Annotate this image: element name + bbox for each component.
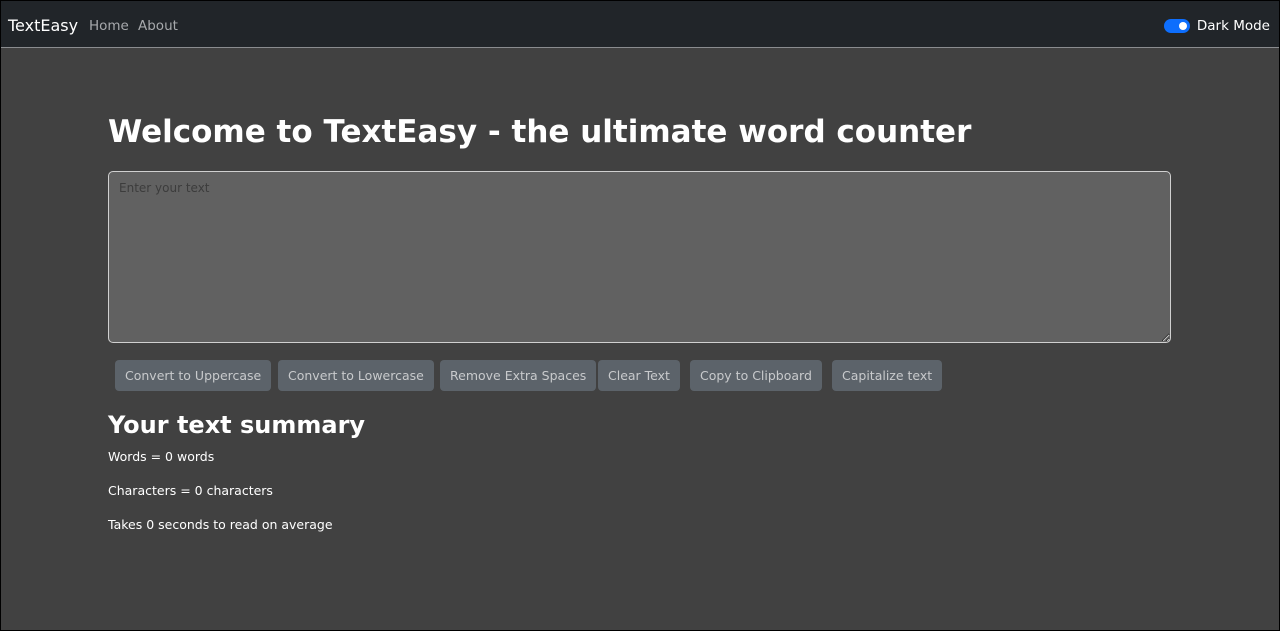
navbar: TextEasy Home About Dark Mode: [1, 1, 1279, 48]
toggle-knob: [1178, 22, 1187, 30]
capitalize-text-button[interactable]: Capitalize text: [832, 360, 943, 391]
dark-mode-label[interactable]: Dark Mode: [1197, 17, 1270, 35]
nav-link-home[interactable]: Home: [89, 17, 129, 35]
clear-text-button[interactable]: Clear Text: [598, 360, 680, 391]
copy-to-clipboard-button[interactable]: Copy to Clipboard: [690, 360, 822, 391]
app-window: TextEasy Home About Dark Mode Welcome to…: [0, 0, 1280, 631]
text-input[interactable]: [108, 171, 1171, 343]
summary-title: Your text summary: [108, 411, 366, 439]
word-count-text: Words = 0 words: [108, 449, 215, 464]
dark-mode-toggle[interactable]: [1163, 19, 1190, 33]
read-time-text: Takes 0 seconds to read on average: [108, 517, 333, 532]
convert-uppercase-button[interactable]: Convert to Uppercase: [115, 360, 272, 391]
convert-lowercase-button[interactable]: Convert to Lowercase: [278, 360, 434, 391]
character-count-text: Characters = 0 characters: [108, 483, 273, 498]
navbar-brand[interactable]: TextEasy: [8, 16, 78, 36]
page-title: Welcome to TextEasy - the ultimate word …: [108, 114, 972, 150]
nav-link-about[interactable]: About: [138, 17, 178, 35]
dark-mode-switch[interactable]: Dark Mode: [1163, 17, 1270, 35]
remove-extra-spaces-button[interactable]: Remove Extra Spaces: [440, 360, 597, 391]
